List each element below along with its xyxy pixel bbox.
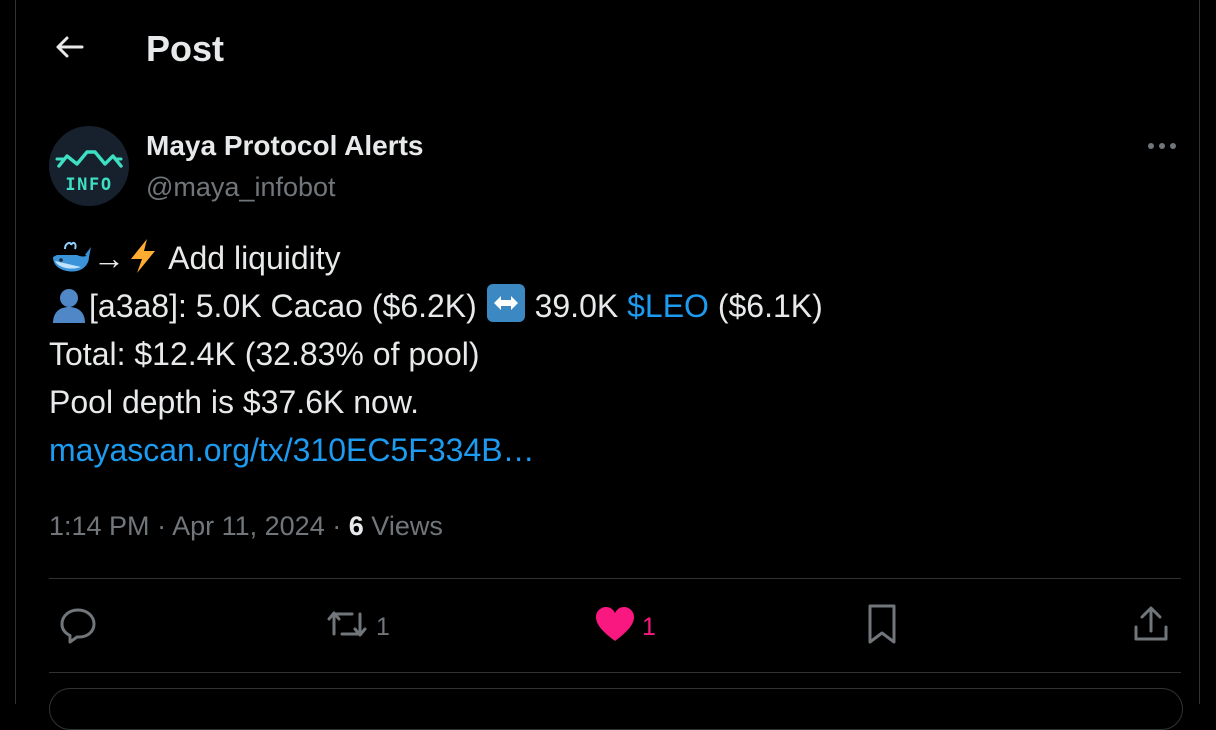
- views-label: Views: [371, 511, 443, 541]
- post-line-2: [a3a8]: 5.0K Cacao ($6.2K) 39.0K $LEO ($…: [49, 282, 823, 336]
- arrow-left-icon: [54, 35, 84, 64]
- like-count: 1: [642, 612, 656, 641]
- post-line-1: → Add liquidity: [49, 234, 341, 288]
- maya-logo-icon: INFO: [49, 126, 129, 206]
- post-meta: 1:14 PM · Apr 11, 2024 · 6 Views: [49, 506, 443, 546]
- column-right-border: [1199, 0, 1200, 704]
- svg-text:INFO: INFO: [65, 175, 112, 195]
- author-handle[interactable]: @maya_infobot: [146, 169, 336, 205]
- reply-composer[interactable]: [49, 688, 1183, 730]
- bookmark-icon: [862, 602, 902, 653]
- post-line-3: Total: $12.4K (32.83% of pool): [49, 336, 480, 372]
- post-cacao-amount: [a3a8]: 5.0K Cacao ($6.2K): [89, 288, 477, 324]
- reply-icon: [58, 604, 98, 651]
- share-button[interactable]: [1130, 602, 1172, 652]
- divider: [49, 578, 1181, 579]
- column-left-border: [15, 0, 16, 704]
- tx-link[interactable]: mayascan.org/tx/310EC5F334B…: [49, 426, 535, 474]
- whale-icon: [49, 239, 93, 288]
- post-leo-amount: 39.0K: [534, 288, 619, 324]
- share-icon: [1130, 603, 1172, 652]
- repost-button[interactable]: 1: [324, 602, 390, 652]
- more-options-button[interactable]: [1136, 128, 1188, 164]
- meta-separator: ·: [332, 511, 342, 541]
- repost-icon: [324, 604, 370, 651]
- post-date[interactable]: Apr 11, 2024: [172, 511, 325, 541]
- heart-icon: [594, 604, 636, 651]
- views-count: 6: [348, 511, 364, 541]
- bookmark-button[interactable]: [862, 602, 902, 652]
- left-right-arrow-icon: [486, 283, 526, 336]
- post-action-text: Add liquidity: [168, 240, 341, 276]
- lightning-icon: [125, 237, 161, 288]
- author-display-name[interactable]: Maya Protocol Alerts: [146, 128, 423, 164]
- meta-separator: ·: [157, 511, 167, 541]
- reply-button[interactable]: [58, 602, 98, 652]
- person-silhouette-icon: [49, 287, 89, 336]
- arrow-text: →: [93, 240, 125, 276]
- post-time[interactable]: 1:14 PM: [49, 511, 150, 541]
- post-line-4: Pool depth is $37.6K now.: [49, 384, 420, 420]
- repost-count: 1: [376, 612, 390, 641]
- avatar[interactable]: INFO: [49, 126, 129, 206]
- divider: [49, 672, 1181, 673]
- cashtag-link[interactable]: $LEO: [627, 288, 709, 324]
- back-button[interactable]: [40, 28, 98, 70]
- post-detail-page: Post INFO Maya Protocol Alerts @maya_inf…: [0, 0, 1216, 730]
- post-leo-usd: ($6.1K): [717, 288, 823, 324]
- like-button[interactable]: 1: [594, 602, 656, 652]
- more-horizontal-icon: [1147, 137, 1177, 155]
- page-title: Post: [146, 28, 225, 69]
